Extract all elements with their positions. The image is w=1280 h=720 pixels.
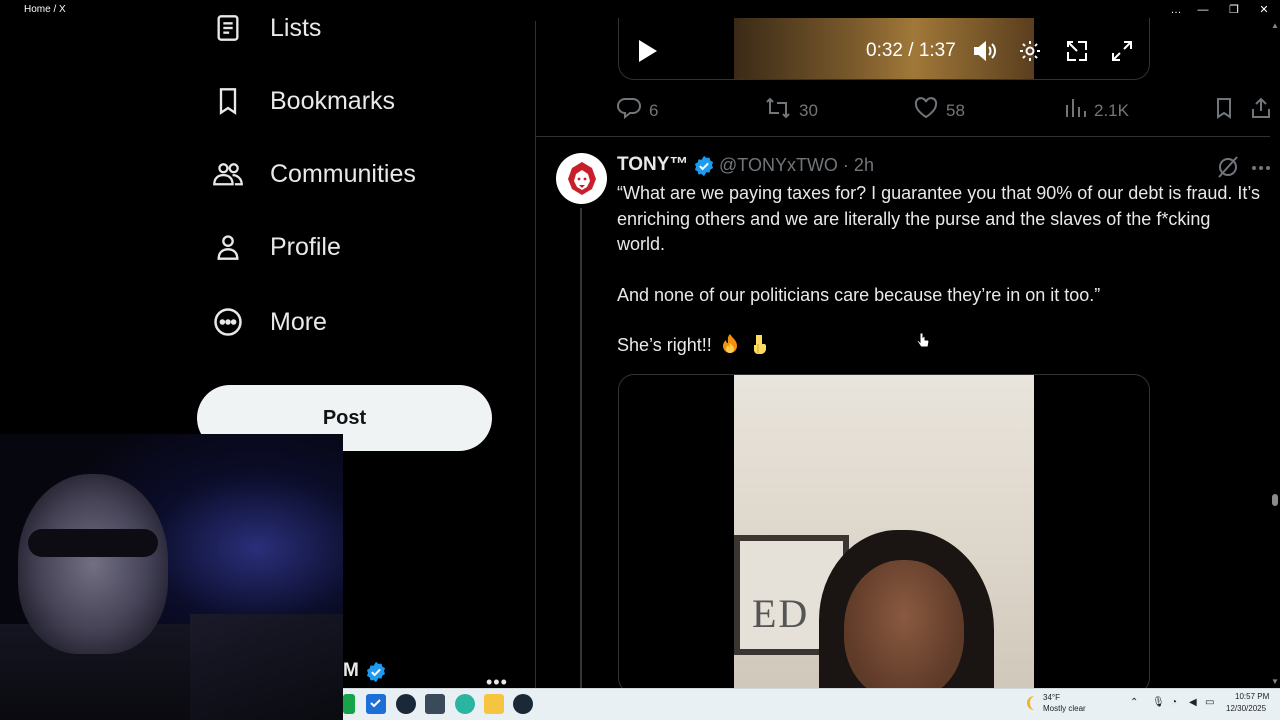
close-button[interactable]: ✕ (1249, 0, 1279, 21)
author-name[interactable]: TONY™ (617, 154, 688, 176)
views-chart-icon (1064, 97, 1086, 124)
reply-icon (617, 97, 641, 124)
maximize-button[interactable]: ❐ (1219, 0, 1249, 21)
fire-emoji-icon (719, 333, 741, 355)
fullscreen-icon[interactable] (1110, 39, 1134, 68)
xbox-app-icon[interactable] (343, 694, 355, 714)
grok-icon[interactable] (1216, 156, 1240, 183)
scrollbar-thumb[interactable] (1272, 494, 1278, 506)
hand-cursor-icon (916, 332, 930, 355)
bookmark-icon (212, 85, 244, 117)
nav-item-bookmarks[interactable]: Bookmarks (212, 76, 492, 126)
nav-label-bookmarks: Bookmarks (270, 86, 396, 115)
nav-label-profile: Profile (270, 232, 341, 261)
nav-item-profile[interactable]: Profile (212, 222, 492, 272)
webcam-overlay (0, 434, 343, 720)
tweet-paragraph-3: She’s right!! (617, 333, 1262, 359)
more-circle-icon (212, 306, 244, 338)
steam-icon[interactable] (513, 694, 533, 714)
like-button[interactable]: 58 (914, 97, 965, 124)
verified-badge-icon (365, 661, 387, 688)
battery-icon[interactable]: ▭ (1205, 697, 1214, 708)
author-handle-time[interactable]: @TONYxTWO · 2h (719, 155, 874, 176)
tray-chevron-icon[interactable]: ⌃ (1130, 697, 1138, 708)
window-title: Home / X (24, 4, 66, 15)
weather-temp: 34°F (1043, 693, 1060, 702)
volume-tray-icon[interactable]: ◀ (1189, 697, 1197, 708)
moon-weather-icon[interactable] (1022, 694, 1042, 714)
repost-button[interactable]: 30 (765, 97, 818, 124)
webcam-shirt (190, 614, 343, 720)
nav-item-lists[interactable]: Lists (212, 3, 492, 53)
communities-icon (212, 158, 244, 190)
lion-logo-icon (559, 156, 604, 201)
wall-sign-text: ED (752, 591, 810, 636)
tweet-paragraph-1: “What are we paying taxes for? I guarant… (617, 183, 1261, 254)
wifi-icon[interactable]: ◔ (1171, 697, 1177, 708)
video-player[interactable]: ED (618, 374, 1150, 694)
webcam-face (18, 474, 168, 654)
tweet-text: “What are we paying taxes for? I guarant… (617, 181, 1262, 359)
nav-item-more[interactable]: More (212, 297, 492, 347)
pointing-down-emoji-icon (748, 333, 770, 355)
thread-line (580, 208, 582, 688)
settings-gear-icon[interactable] (1018, 39, 1042, 68)
column-divider (535, 21, 536, 688)
video-time: 0:32 / 1:37 (866, 40, 956, 61)
bookmark-icon (1213, 97, 1235, 124)
views-button[interactable]: 2.1K (1064, 97, 1129, 124)
clock-date[interactable]: 12/30/2025 (1226, 704, 1266, 713)
share-icon (1251, 97, 1271, 124)
scroll-down-arrow-icon[interactable]: ▼ (1271, 677, 1279, 686)
steam-icon[interactable] (396, 694, 416, 714)
account-name[interactable]: M (343, 660, 359, 682)
tweet-paragraph-3-text: She’s right!! (617, 335, 712, 355)
picture-in-picture-icon[interactable] (1065, 39, 1089, 68)
play-icon[interactable] (637, 38, 659, 69)
bookmark-button[interactable] (1213, 97, 1235, 124)
person-face (844, 560, 964, 693)
edge-browser-icon[interactable] (455, 694, 475, 714)
reply-button[interactable]: 6 (617, 97, 658, 124)
x-app-icon[interactable] (366, 694, 386, 714)
clock-time[interactable]: 10:57 PM (1235, 692, 1269, 701)
tweet-divider (536, 136, 1270, 137)
webcam-sunglasses (28, 529, 158, 557)
like-count: 58 (946, 100, 965, 120)
window-menu-button[interactable]: … (1161, 0, 1191, 21)
calculator-icon[interactable] (425, 694, 445, 714)
share-button[interactable] (1251, 97, 1271, 124)
video-player-previous[interactable]: 0:32 / 1:37 (618, 18, 1150, 80)
verified-badge-icon (693, 155, 715, 182)
scroll-up-arrow-icon[interactable]: ▲ (1271, 21, 1279, 30)
heart-icon (914, 97, 938, 124)
weather-desc: Mostly clear (1043, 704, 1086, 713)
nav-label-more: More (270, 307, 327, 336)
avatar[interactable] (556, 153, 607, 204)
nav-item-communities[interactable]: Communities (212, 149, 492, 199)
list-icon (212, 12, 244, 44)
nav-label-lists: Lists (270, 13, 322, 42)
tweet-more-icon[interactable] (1251, 160, 1271, 178)
repost-icon (765, 97, 791, 124)
volume-icon[interactable] (972, 39, 998, 68)
views-count: 2.1K (1094, 100, 1129, 120)
tweet-paragraph-2: And none of our politicians care because… (617, 284, 1101, 305)
microphone-icon[interactable]: 🎙 (1152, 697, 1165, 708)
minimize-button[interactable]: — (1188, 0, 1218, 21)
repost-count: 30 (799, 100, 818, 120)
profile-icon (212, 231, 244, 263)
file-explorer-icon[interactable] (484, 694, 504, 714)
video-frame: ED (734, 375, 1034, 693)
nav-label-communities: Communities (270, 159, 416, 188)
reply-count: 6 (649, 100, 659, 120)
